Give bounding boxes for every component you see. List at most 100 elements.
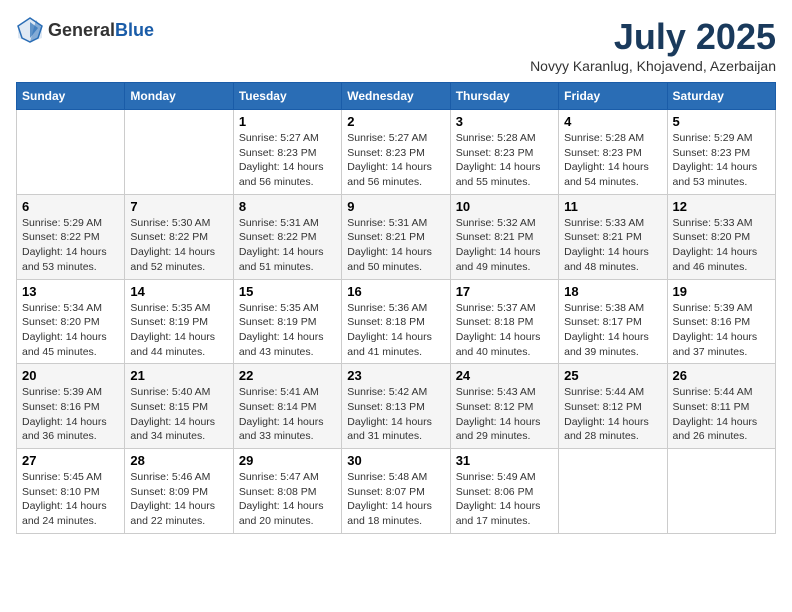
day-number: 1 (239, 114, 336, 129)
calendar-cell: 20 Sunrise: 5:39 AMSunset: 8:16 PMDayligh… (17, 364, 125, 449)
day-detail: Sunrise: 5:46 AMSunset: 8:09 PMDaylight:… (130, 470, 227, 529)
day-number: 12 (673, 199, 770, 214)
day-detail: Sunrise: 5:49 AMSunset: 8:06 PMDaylight:… (456, 470, 553, 529)
calendar-cell: 3Sunrise: 5:28 AMSunset: 8:23 PMDaylight… (450, 110, 558, 195)
day-number: 7 (130, 199, 227, 214)
calendar-cell: 6Sunrise: 5:29 AMSunset: 8:22 PMDaylight… (17, 194, 125, 279)
calendar-cell (667, 449, 775, 534)
day-number: 17 (456, 284, 553, 299)
day-detail: Sunrise: 5:39 AMSunset: 8:16 PMDaylight:… (673, 301, 770, 360)
calendar-table: SundayMondayTuesdayWednesdayThursdayFrid… (16, 82, 776, 534)
calendar-cell: 14Sunrise: 5:35 AMSunset: 8:19 PMDayligh… (125, 279, 233, 364)
day-detail: Sunrise: 5:48 AMSunset: 8:07 PMDaylight:… (347, 470, 444, 529)
day-number: 24 (456, 368, 553, 383)
calendar-cell: 16Sunrise: 5:36 AMSunset: 8:18 PMDayligh… (342, 279, 450, 364)
logo-general: General (48, 20, 115, 40)
day-number: 16 (347, 284, 444, 299)
calendar-cell: 27Sunrise: 5:45 AMSunset: 8:10 PMDayligh… (17, 449, 125, 534)
day-detail: Sunrise: 5:30 AMSunset: 8:22 PMDaylight:… (130, 216, 227, 275)
day-number: 2 (347, 114, 444, 129)
calendar-cell: 24 Sunrise: 5:43 AMSunset: 8:12 PMDayligh… (450, 364, 558, 449)
day-header-wednesday: Wednesday (342, 83, 450, 110)
day-detail: Sunrise: 5:37 AMSunset: 8:18 PMDaylight:… (456, 301, 553, 360)
day-detail: Sunrise: 5:33 AMSunset: 8:20 PMDaylight:… (673, 216, 770, 275)
day-detail: Sunrise: 5:44 AMSunset: 8:12 PMDaylight:… (564, 385, 661, 444)
calendar-cell: 22Sunrise: 5:41 AMSunset: 8:14 PMDayligh… (233, 364, 341, 449)
calendar-cell: 1 Sunrise: 5:27 AMSunset: 8:23 PMDaylight… (233, 110, 341, 195)
calendar-cell: 23 Sunrise: 5:42 AMSunset: 8:13 PMDayligh… (342, 364, 450, 449)
title-block: July 2025 Novyy Karanlug, Khojavend, Aze… (530, 16, 776, 74)
calendar-cell: 13 Sunrise: 5:34 AMSunset: 8:20 PMDayligh… (17, 279, 125, 364)
calendar-cell: 2 Sunrise: 5:27 AMSunset: 8:23 PMDaylight… (342, 110, 450, 195)
day-header-saturday: Saturday (667, 83, 775, 110)
day-detail: Sunrise: 5:43 AMSunset: 8:12 PMDaylight:… (456, 385, 553, 444)
week-row-4: 20 Sunrise: 5:39 AMSunset: 8:16 PMDayligh… (17, 364, 776, 449)
day-number: 11 (564, 199, 661, 214)
day-number: 9 (347, 199, 444, 214)
calendar-cell: 11 Sunrise: 5:33 AMSunset: 8:21 PMDayligh… (559, 194, 667, 279)
calendar-cell (125, 110, 233, 195)
day-detail: Sunrise: 5:27 AMSunset: 8:23 PMDaylight:… (347, 131, 444, 190)
day-number: 8 (239, 199, 336, 214)
day-number: 4 (564, 114, 661, 129)
logo-icon (16, 16, 44, 44)
days-header-row: SundayMondayTuesdayWednesdayThursdayFrid… (17, 83, 776, 110)
logo-text: GeneralBlue (48, 20, 154, 41)
day-number: 25 (564, 368, 661, 383)
calendar-cell: 10 Sunrise: 5:32 AMSunset: 8:21 PMDayligh… (450, 194, 558, 279)
calendar-cell: 4 Sunrise: 5:28 AMSunset: 8:23 PMDaylight… (559, 110, 667, 195)
calendar-cell: 15 Sunrise: 5:35 AMSunset: 8:19 PMDayligh… (233, 279, 341, 364)
calendar-header: SundayMondayTuesdayWednesdayThursdayFrid… (17, 83, 776, 110)
day-number: 26 (673, 368, 770, 383)
day-detail: Sunrise: 5:39 AMSunset: 8:16 PMDaylight:… (22, 385, 119, 444)
day-detail: Sunrise: 5:27 AMSunset: 8:23 PMDaylight:… (239, 131, 336, 190)
day-number: 5 (673, 114, 770, 129)
logo-blue: Blue (115, 20, 154, 40)
day-number: 3 (456, 114, 553, 129)
day-detail: Sunrise: 5:47 AMSunset: 8:08 PMDaylight:… (239, 470, 336, 529)
calendar-cell: 19Sunrise: 5:39 AMSunset: 8:16 PMDayligh… (667, 279, 775, 364)
day-header-friday: Friday (559, 83, 667, 110)
calendar-cell: 29 Sunrise: 5:47 AMSunset: 8:08 PMDayligh… (233, 449, 341, 534)
day-number: 29 (239, 453, 336, 468)
page-header: GeneralBlue July 2025 Novyy Karanlug, Kh… (16, 16, 776, 74)
calendar-cell (17, 110, 125, 195)
day-number: 13 (22, 284, 119, 299)
day-detail: Sunrise: 5:40 AMSunset: 8:15 PMDaylight:… (130, 385, 227, 444)
day-detail: Sunrise: 5:28 AMSunset: 8:23 PMDaylight:… (564, 131, 661, 190)
day-detail: Sunrise: 5:42 AMSunset: 8:13 PMDaylight:… (347, 385, 444, 444)
day-number: 31 (456, 453, 553, 468)
day-detail: Sunrise: 5:31 AMSunset: 8:22 PMDaylight:… (239, 216, 336, 275)
logo: GeneralBlue (16, 16, 154, 44)
calendar-cell: 12 Sunrise: 5:33 AMSunset: 8:20 PMDayligh… (667, 194, 775, 279)
day-detail: Sunrise: 5:35 AMSunset: 8:19 PMDaylight:… (239, 301, 336, 360)
main-title: July 2025 (530, 16, 776, 58)
calendar-cell: 9Sunrise: 5:31 AMSunset: 8:21 PMDaylight… (342, 194, 450, 279)
day-header-monday: Monday (125, 83, 233, 110)
day-number: 30 (347, 453, 444, 468)
calendar-cell: 7 Sunrise: 5:30 AMSunset: 8:22 PMDaylight… (125, 194, 233, 279)
day-number: 23 (347, 368, 444, 383)
calendar-cell: 30 Sunrise: 5:48 AMSunset: 8:07 PMDayligh… (342, 449, 450, 534)
day-header-tuesday: Tuesday (233, 83, 341, 110)
subtitle: Novyy Karanlug, Khojavend, Azerbaijan (530, 58, 776, 74)
day-header-sunday: Sunday (17, 83, 125, 110)
calendar-cell: 18Sunrise: 5:38 AMSunset: 8:17 PMDayligh… (559, 279, 667, 364)
calendar-cell: 5Sunrise: 5:29 AMSunset: 8:23 PMDaylight… (667, 110, 775, 195)
day-detail: Sunrise: 5:29 AMSunset: 8:22 PMDaylight:… (22, 216, 119, 275)
calendar-cell: 31 Sunrise: 5:49 AMSunset: 8:06 PMDayligh… (450, 449, 558, 534)
day-detail: Sunrise: 5:32 AMSunset: 8:21 PMDaylight:… (456, 216, 553, 275)
day-number: 20 (22, 368, 119, 383)
day-detail: Sunrise: 5:35 AMSunset: 8:19 PMDaylight:… (130, 301, 227, 360)
day-detail: Sunrise: 5:44 AMSunset: 8:11 PMDaylight:… (673, 385, 770, 444)
day-number: 18 (564, 284, 661, 299)
day-detail: Sunrise: 5:34 AMSunset: 8:20 PMDaylight:… (22, 301, 119, 360)
calendar-cell: 26 Sunrise: 5:44 AMSunset: 8:11 PMDayligh… (667, 364, 775, 449)
day-number: 15 (239, 284, 336, 299)
calendar-cell: 21Sunrise: 5:40 AMSunset: 8:15 PMDayligh… (125, 364, 233, 449)
day-detail: Sunrise: 5:33 AMSunset: 8:21 PMDaylight:… (564, 216, 661, 275)
calendar-cell: 8 Sunrise: 5:31 AMSunset: 8:22 PMDaylight… (233, 194, 341, 279)
day-header-thursday: Thursday (450, 83, 558, 110)
week-row-2: 6Sunrise: 5:29 AMSunset: 8:22 PMDaylight… (17, 194, 776, 279)
day-number: 10 (456, 199, 553, 214)
